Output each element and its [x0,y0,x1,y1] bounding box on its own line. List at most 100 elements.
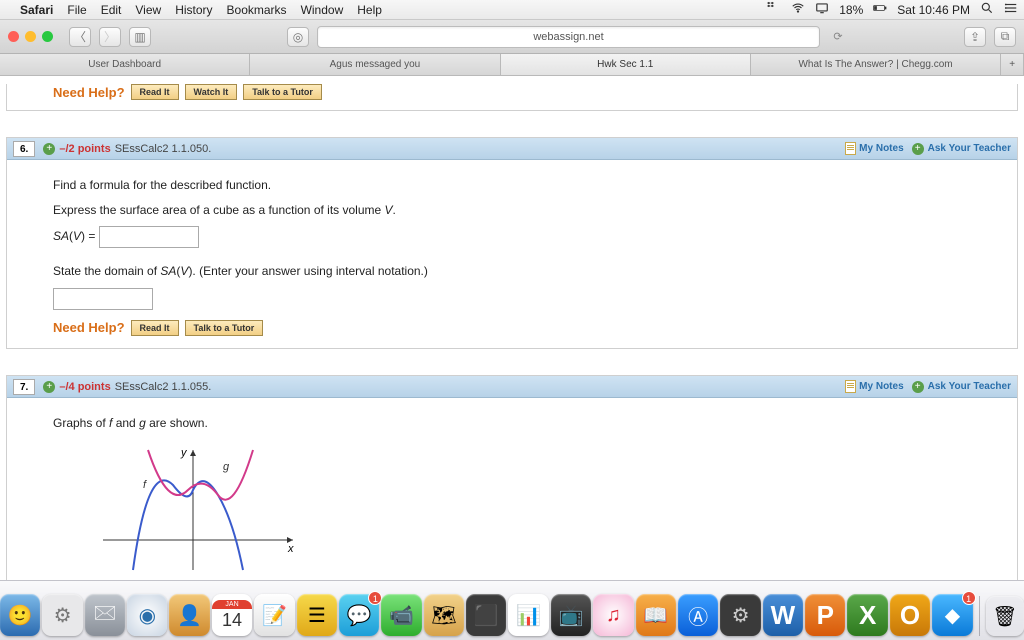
window-controls [8,31,53,42]
dock-separator [979,596,980,636]
minimize-window-button[interactable] [25,31,36,42]
ask-teacher-link[interactable]: Ask Your Teacher [928,381,1011,392]
question-number: 6. [13,141,35,157]
tab-strip: User Dashboard Agus messaged you Hwk Sec… [0,54,1024,76]
tab-user-dashboard[interactable]: User Dashboard [0,54,250,75]
photos-icon[interactable]: ⬛ [466,594,506,636]
question-5-partial: Need Help? Read It Watch It Talk to a Tu… [6,84,1018,111]
q6-sa-input-row: SA(V) = [53,226,1003,248]
reload-button[interactable]: ⟳ [828,30,848,43]
itunes-icon[interactable]: ♫ [593,594,633,636]
q6-line2: Express the surface area of a cube as a … [53,201,1003,220]
menu-file[interactable]: File [67,3,86,17]
facetime-icon[interactable]: 📹 [381,594,421,636]
forward-button[interactable]: 〉 [99,27,121,47]
close-window-button[interactable] [8,31,19,42]
axis-y-label: y [180,447,188,459]
macos-dock: 🙂 ⚙ 🖂 ◉ 👤 JAN14 📝 ☰ 💬1 📹 🗺 ⬛ 📊 📺 ♫ 📖 Ⓐ ⚙… [0,580,1024,640]
outlook-icon[interactable]: O [890,594,930,636]
menu-help[interactable]: Help [357,3,382,17]
calendar-icon[interactable]: JAN14 [212,594,252,636]
reader-button[interactable]: ◎ [287,27,309,47]
question-6-header: 6. + –/2 points SEssCalc2 1.1.050. My No… [7,138,1017,160]
display-icon[interactable] [815,1,829,18]
tabs-button[interactable]: ⧉ [994,27,1016,47]
expand-icon[interactable]: + [43,143,55,155]
new-tab-button[interactable]: + [1001,54,1024,75]
notification-center-icon[interactable] [1004,1,1018,18]
need-help-label: Need Help? [53,85,125,100]
spotlight-icon[interactable] [980,1,994,18]
launchpad-icon[interactable]: 📊 [508,594,548,636]
ask-teacher-link[interactable]: Ask Your Teacher [928,143,1011,154]
trash-icon[interactable]: 🗑 [986,596,1024,636]
safari-toolbar: 〈 〉 ▥ ◎ webassign.net ⟳ ⇪ ⧉ [0,20,1024,54]
question-ref: SEssCalc2 1.1.055. [115,381,212,393]
reminders-icon[interactable]: ☰ [297,594,337,636]
ibooks-store-icon[interactable]: 📖 [636,594,676,636]
address-bar[interactable]: webassign.net [317,26,820,48]
menu-window[interactable]: Window [301,3,344,17]
share-button[interactable]: ⇪ [964,27,986,47]
mail-icon[interactable]: 🖂 [85,594,125,636]
q6-line3: State the domain of SA(V). (Enter your a… [53,262,1003,281]
notes-icon[interactable]: 📝 [254,594,294,636]
app-name[interactable]: Safari [20,3,53,17]
dropbox-icon[interactable] [767,1,781,18]
contacts-icon[interactable]: 👤 [169,594,209,636]
notes-icon [845,380,856,393]
tab-chegg[interactable]: What Is The Answer? | Chegg.com [751,54,1001,75]
read-it-button[interactable]: Read It [131,84,179,100]
question-7-header: 7. + –/4 points SEssCalc2 1.1.055. My No… [7,376,1017,398]
page-content: Need Help? Read It Watch It Talk to a Tu… [0,76,1024,580]
excel-icon[interactable]: X [847,594,887,636]
macos-menubar: Safari File Edit View History Bookmarks … [0,0,1024,20]
menu-history[interactable]: History [175,3,212,17]
axis-x-label: x [287,543,294,555]
maps-icon[interactable]: 🗺 [424,594,464,636]
messages-app-icon[interactable]: 💬1 [339,594,379,636]
question-ref: SEssCalc2 1.1.050. [115,143,212,155]
clock[interactable]: Sat 10:46 PM [897,3,970,17]
question-points: –/4 points [59,381,110,393]
powerpoint-icon[interactable]: P [805,594,845,636]
wifi-icon[interactable] [791,1,805,18]
safari-icon[interactable]: ◉ [127,594,167,636]
question-7: 7. + –/4 points SEssCalc2 1.1.055. My No… [6,375,1018,580]
expand-icon[interactable]: + [43,381,55,393]
answer-input-domain[interactable] [53,288,153,310]
curve-f-label: f [143,479,147,491]
back-button[interactable]: 〈 [69,27,91,47]
tab-agus-message[interactable]: Agus messaged you [250,54,500,75]
finder-icon[interactable]: 🙂 [0,594,40,636]
notes-icon [845,142,856,155]
my-notes-link[interactable]: My Notes [859,381,903,392]
menu-bookmarks[interactable]: Bookmarks [227,3,287,17]
settings-icon[interactable]: ⚙ [720,594,760,636]
word-icon[interactable]: W [763,594,803,636]
q7-prompt: Graphs of f and g are shown. [53,414,1003,433]
watch-it-button[interactable]: Watch It [185,84,238,100]
system-preferences-icon[interactable]: ⚙ [42,594,82,636]
battery-icon[interactable] [873,1,887,18]
other-app-icon[interactable]: ◆1 [932,594,972,636]
ask-icon: + [912,143,924,155]
maximize-window-button[interactable] [42,31,53,42]
sidebar-button[interactable]: ▥ [129,27,151,47]
battery-percent: 18% [839,3,863,17]
question-number: 7. [13,379,35,395]
need-help-label: Need Help? [53,318,125,339]
read-it-button[interactable]: Read It [131,320,179,336]
q6-prompt: Find a formula for the described functio… [53,176,1003,195]
app-store-icon[interactable]: Ⓐ [678,594,718,636]
talk-to-tutor-button[interactable]: Talk to a Tutor [243,84,322,100]
my-notes-link[interactable]: My Notes [859,143,903,154]
tab-hwk[interactable]: Hwk Sec 1.1 [501,54,751,75]
answer-input-sa[interactable] [99,226,199,248]
ibooks-icon[interactable]: 📺 [551,594,591,636]
ask-icon: + [912,381,924,393]
menu-view[interactable]: View [135,3,161,17]
menu-edit[interactable]: Edit [101,3,122,17]
question-points: –/2 points [59,143,110,155]
talk-to-tutor-button[interactable]: Talk to a Tutor [185,320,264,336]
